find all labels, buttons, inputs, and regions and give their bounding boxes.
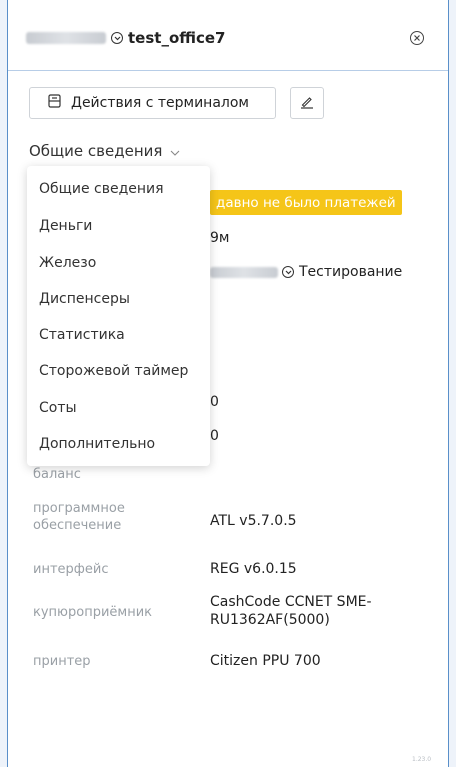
interface-label: интерфейс bbox=[33, 562, 109, 577]
redacted-group bbox=[210, 266, 278, 278]
group-row: Тестирование bbox=[210, 262, 402, 282]
edit-button[interactable] bbox=[290, 87, 324, 119]
group-value: Тестирование bbox=[299, 264, 403, 280]
status-badge: давно не было платежей bbox=[210, 190, 402, 215]
dropdown-item[interactable]: Сторожевой таймер bbox=[39, 363, 188, 379]
terminal-actions-button[interactable]: Действия с терминалом bbox=[29, 87, 276, 119]
version-label: 1.23.0 bbox=[412, 756, 432, 763]
pencil-icon bbox=[300, 94, 314, 113]
dropdown-item[interactable]: Соты bbox=[39, 400, 77, 416]
validator-value: CashCode CCNET SME-RU1362AF(5000) bbox=[210, 594, 372, 628]
validator-label: купюроприёмник bbox=[33, 605, 152, 620]
software-value: ATL v5.7.0.5 bbox=[210, 513, 297, 529]
terminal-actions-label: Действия с терминалом bbox=[71, 95, 249, 111]
printer-value: Citizen PPU 700 bbox=[210, 653, 321, 669]
terminal-title: test_office7 bbox=[26, 27, 225, 49]
redacted-terminal-id bbox=[26, 32, 106, 44]
dropdown-item[interactable]: Дополнительно bbox=[39, 436, 155, 452]
value-1: 0 bbox=[210, 394, 219, 410]
dropdown-item[interactable]: Деньги bbox=[39, 218, 92, 234]
chevron-down-icon bbox=[170, 142, 180, 160]
printer-label: принтер bbox=[33, 654, 91, 669]
chevron-down-circle-icon[interactable] bbox=[111, 32, 123, 44]
section-select[interactable]: Общие сведения bbox=[29, 140, 180, 162]
dropdown-item[interactable]: Статистика bbox=[39, 327, 125, 343]
terminal-icon bbox=[48, 94, 61, 112]
window-frame-left bbox=[0, 0, 8, 767]
section-select-value: Общие сведения bbox=[29, 142, 163, 160]
header-divider bbox=[8, 70, 448, 71]
time-value: 9м bbox=[210, 230, 230, 246]
terminal-name: test_office7 bbox=[128, 29, 226, 47]
dropdown-item[interactable]: Железо bbox=[39, 255, 96, 271]
value-2: 0 bbox=[210, 428, 219, 444]
chevron-down-circle-icon[interactable] bbox=[282, 266, 294, 278]
interface-value: REG v6.0.15 bbox=[210, 561, 297, 577]
close-icon[interactable] bbox=[410, 31, 424, 45]
section-dropdown-menu: Общие сведения Деньги Железо Диспенсеры … bbox=[27, 166, 210, 466]
dropdown-item[interactable]: Диспенсеры bbox=[39, 291, 130, 307]
software-label: программное обеспечение bbox=[33, 501, 125, 533]
window-frame-right bbox=[448, 0, 456, 767]
dropdown-item[interactable]: Общие сведения bbox=[39, 181, 164, 197]
balance-label: баланс bbox=[33, 467, 81, 482]
